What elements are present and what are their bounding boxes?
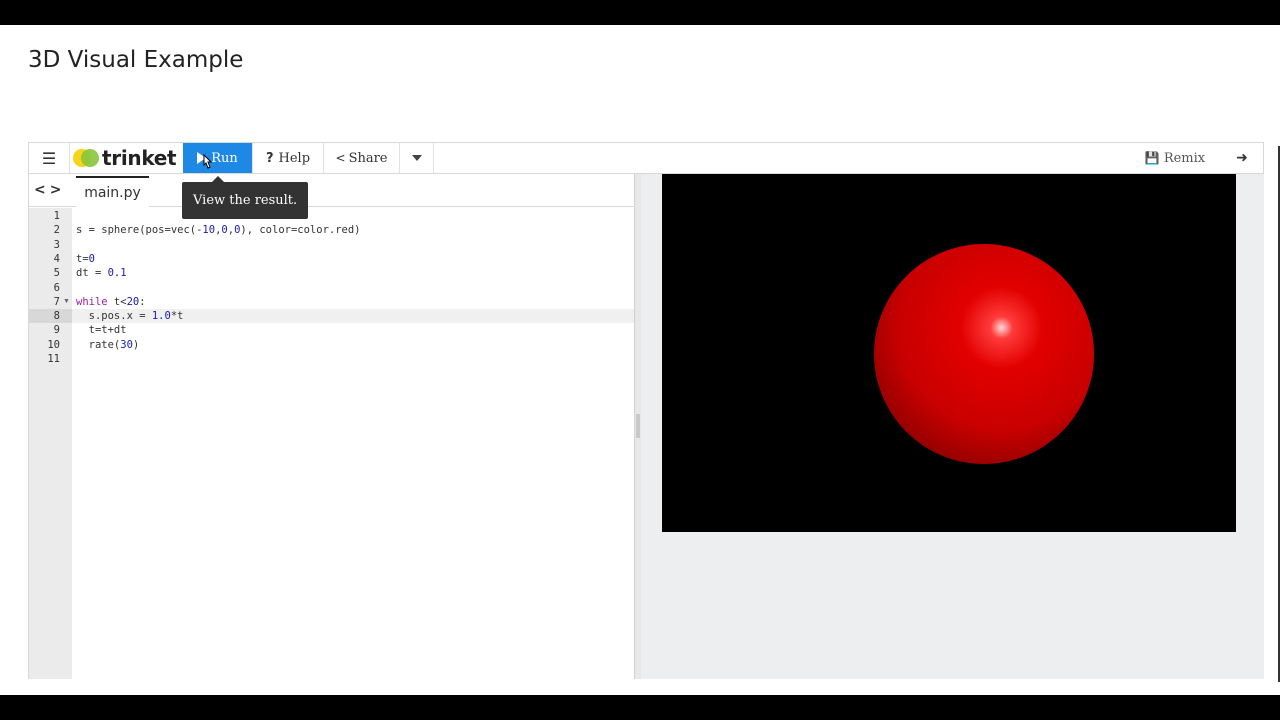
sign-in-icon: ➜ [1236,150,1248,166]
line-number: 11 [47,353,60,365]
help-label: Help [278,150,311,166]
trinket-logo[interactable]: trinket [73,143,183,173]
line-gutter: 1 2 3 4 5 6 7 ▼ 8 9 10 11 [29,208,72,679]
splitter-handle[interactable] [636,414,640,438]
save-icon: 💾 [1144,151,1160,165]
code-line[interactable]: while t<20: [76,295,146,309]
trinket-embed: ☰ trinket Run ? Help < Share 💾 Remix ➜ V… [28,142,1264,679]
mouse-cursor-icon [203,154,213,169]
code-line[interactable]: t=t+dt [76,323,127,337]
code-nav-icon[interactable]: <> [34,182,65,198]
code-editor: <> main.py 1 2 3 4 5 6 7 ▼ 8 9 10 11 s = sphere(pos… [29,174,634,679]
line-number: 9 [53,324,60,337]
chevron-down-icon [411,155,422,161]
run-label: Run [211,150,238,166]
share-label: Share [348,150,388,166]
line-number: 5 [53,267,60,280]
code-line[interactable]: rate(30) [76,338,140,352]
hamburger-icon: ☰ [41,148,57,168]
line-number: 2 [53,224,60,237]
red-sphere [874,244,1094,464]
code-line[interactable]: dt = 0.1 [76,266,127,280]
line-number: 1 [53,210,60,222]
line-number: 8 [29,309,72,324]
login-button[interactable]: ➜ [1225,143,1259,173]
3d-canvas[interactable] [662,174,1236,532]
file-tabs-bar: <> main.py [29,174,634,207]
menu-button[interactable]: ☰ [29,143,70,173]
page-title: 3D Visual Example [28,47,244,73]
line-number: 10 [47,338,60,351]
trinket-logo-icon [73,148,99,168]
line-number: 4 [53,252,60,265]
fold-arrow-icon[interactable]: ▼ [63,298,70,305]
more-options-button[interactable] [400,143,434,173]
pane-splitter[interactable] [634,174,641,679]
run-tooltip: View the result. [182,176,309,219]
logo-text: trinket [102,146,177,170]
remix-label: Remix [1163,150,1206,166]
output-pane [641,174,1264,679]
run-button[interactable]: Run [183,143,252,173]
share-icon: < [335,151,346,165]
share-button[interactable]: < Share [324,143,400,173]
line-number: 6 [53,281,60,294]
code-line[interactable]: s.pos.x = 1.0*t [76,309,184,323]
code-line[interactable]: t=0 [76,252,95,266]
toolbar: ☰ trinket Run ? Help < Share 💾 Remix ➜ [29,143,1263,174]
page: 3D Visual Example ☰ trinket Run ? Help <… [0,25,1280,695]
code-area[interactable]: s = sphere(pos=vec(-10,0,0), color=color… [72,208,634,679]
help-button[interactable]: ? Help [252,143,324,173]
code-line[interactable]: s = sphere(pos=vec(-10,0,0), color=color… [76,223,361,237]
line-number: 3 [53,238,60,251]
remix-button[interactable]: 💾 Remix [1135,143,1215,173]
tab-main-py[interactable]: main.py [76,176,149,207]
question-icon: ? [265,150,274,166]
